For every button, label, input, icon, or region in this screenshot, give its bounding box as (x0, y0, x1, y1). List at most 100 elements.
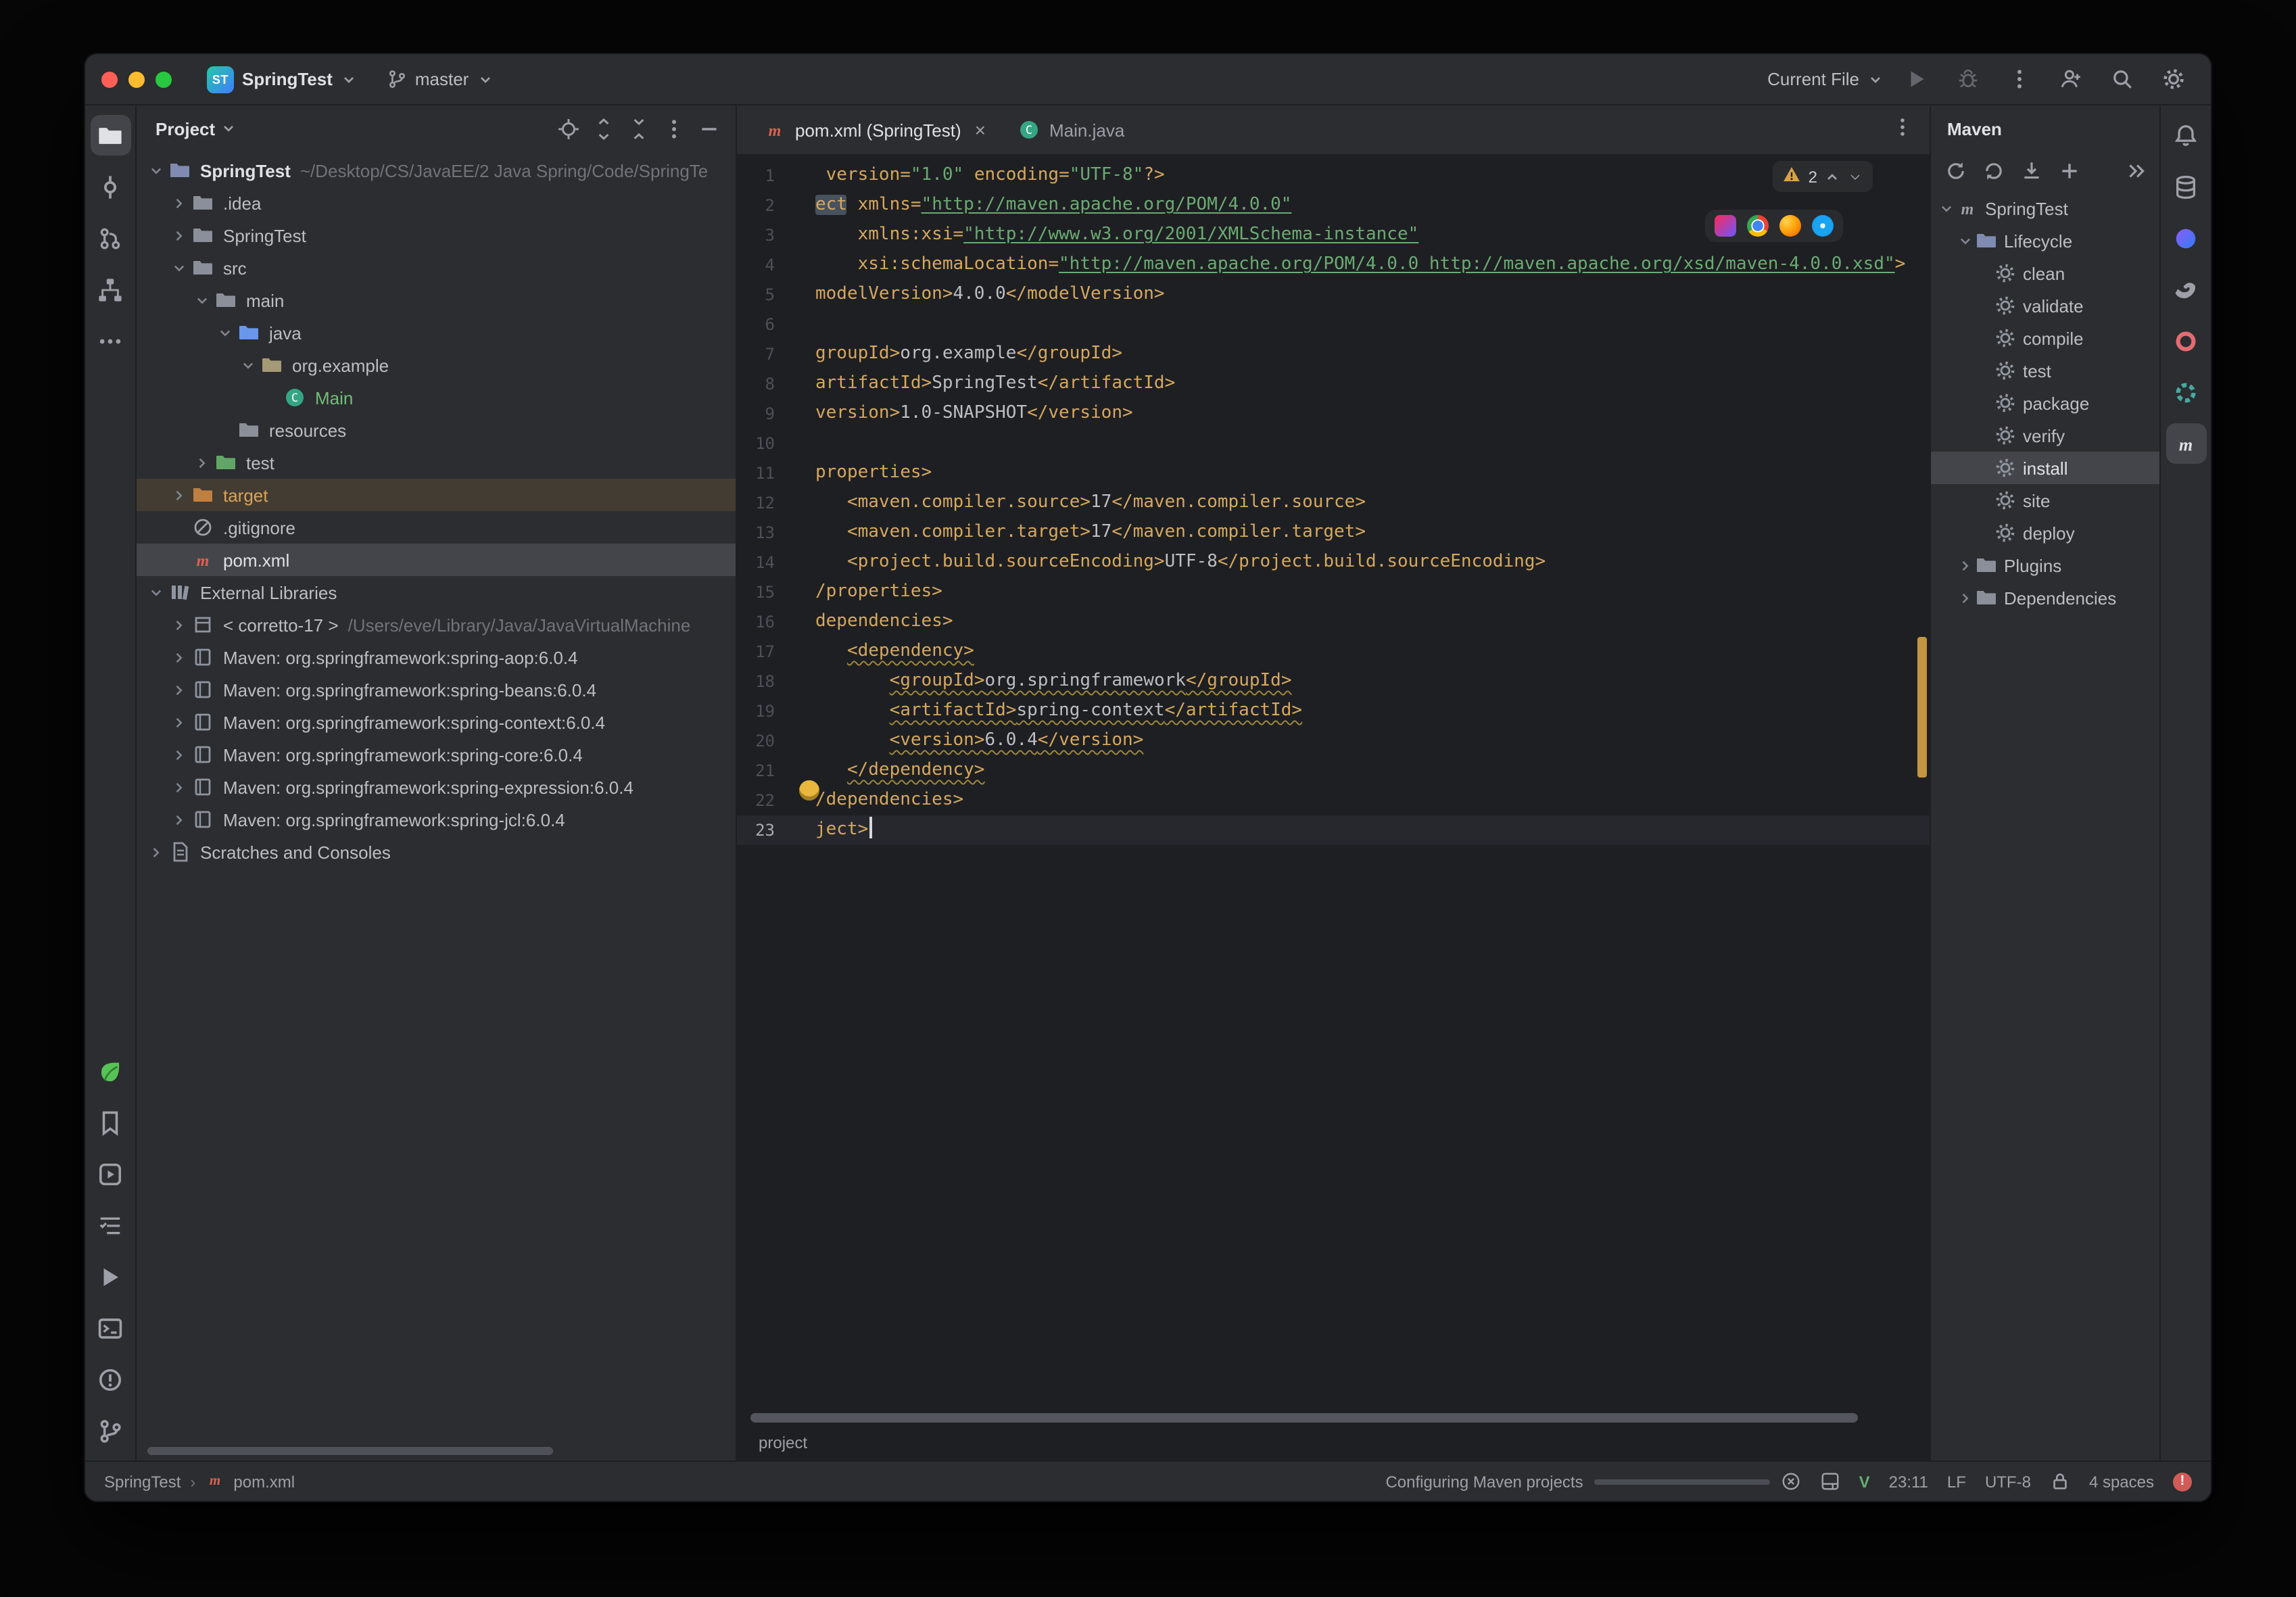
maven-tree-item-compile[interactable]: compile (1931, 322, 2159, 354)
pull-requests-tool-button[interactable] (90, 218, 130, 258)
editor-breadcrumbs[interactable]: project (737, 1425, 1930, 1460)
maven-tree-item-dependencies[interactable]: Dependencies (1931, 581, 2159, 614)
project-tree-item-maven-org-springframework-spring-aop-6-0-4[interactable]: Maven: org.springframework:spring-aop:6.… (137, 641, 736, 673)
code-line-5[interactable]: 5 modelVersion>4.0.0</modelVersion> (737, 280, 1930, 310)
inspection-widget[interactable]: 2 (1773, 161, 1873, 192)
maven-tree-item-test[interactable]: test (1931, 354, 2159, 387)
chevron-down-icon[interactable] (1955, 233, 1974, 248)
branch-widget[interactable]: master (379, 64, 501, 95)
chevron-down-icon[interactable] (214, 325, 237, 340)
chevron-right-icon[interactable] (168, 617, 191, 632)
breadcrumb-project[interactable]: SpringTest (104, 1472, 181, 1491)
maven-tree-item-validate[interactable]: validate (1931, 289, 2159, 322)
notifications-tool-button[interactable] (2166, 115, 2206, 156)
breadcrumb-item[interactable]: project (759, 1433, 807, 1452)
database-tool-button[interactable] (2166, 166, 2206, 207)
idea-browser-icon[interactable] (1715, 215, 1736, 237)
editor[interactable]: 1 version="1.0" encoding="UTF-8"?> 2 ect x… (737, 156, 1930, 1409)
project-panel-scrollbar[interactable] (147, 1447, 553, 1455)
project-tree-item-resources[interactable]: resources (137, 414, 736, 446)
search-everywhere-button[interactable] (2103, 60, 2140, 98)
chrome-browser-icon[interactable] (1747, 215, 1769, 237)
maven-tree-item-lifecycle[interactable]: Lifecycle (1931, 224, 2159, 257)
maven-tree-item-package[interactable]: package (1931, 387, 2159, 419)
maven-tree-item-clean[interactable]: clean (1931, 257, 2159, 289)
indent-widget[interactable]: 4 spaces (2089, 1472, 2154, 1491)
maven-tree-item-springtest[interactable]: m SpringTest (1931, 192, 2159, 224)
bookmarks-tool-button[interactable] (90, 1102, 130, 1143)
code-line-17[interactable]: 17 <dependency> (737, 637, 1930, 667)
terminal-tool-button[interactable] (90, 1308, 130, 1348)
chevron-right-icon[interactable] (168, 195, 191, 210)
maven-tree-item-site[interactable]: site (1931, 484, 2159, 517)
project-tree-item-src[interactable]: src (137, 252, 736, 284)
chevron-down-icon[interactable] (145, 585, 168, 600)
run-button[interactable] (1897, 60, 1935, 98)
expand-all-icon[interactable] (587, 112, 619, 145)
project-tree-item-external-libraries[interactable]: External Libraries (137, 576, 736, 609)
services-tool-button[interactable] (90, 1153, 130, 1194)
project-tree-item-gitignore[interactable]: .gitignore (137, 511, 736, 544)
project-tree-item-maven-org-springframework-spring-core-6-0-4[interactable]: Maven: org.springframework:spring-core:6… (137, 738, 736, 771)
reimport-icon[interactable] (1977, 154, 2009, 187)
code-line-6[interactable]: 6 (737, 310, 1930, 339)
run-config-selector[interactable]: Current File (1767, 69, 1884, 89)
previous-problem-icon[interactable] (1824, 168, 1840, 185)
zoom-window-button[interactable] (156, 71, 172, 87)
maven-tree-item-install[interactable]: install (1931, 452, 2159, 484)
chevron-right-icon[interactable] (145, 844, 168, 859)
project-tree-item-maven-org-springframework-spring-jcl-6-0-4[interactable]: Maven: org.springframework:spring-jcl:6.… (137, 803, 736, 836)
project-tree-item-idea[interactable]: .idea (137, 187, 736, 219)
project-tree-item-main[interactable]: main (137, 284, 736, 316)
add-icon[interactable] (2053, 154, 2085, 187)
line-separator-widget[interactable]: LF (1947, 1472, 1966, 1491)
chevron-right-icon[interactable] (168, 682, 191, 697)
scrollbar-warning-stripe[interactable] (1917, 637, 1927, 778)
code-line-10[interactable]: 10 (737, 429, 1930, 458)
code-line-15[interactable]: 15/properties> (737, 577, 1930, 607)
breadcrumb-file[interactable]: pom.xml (233, 1472, 295, 1491)
chevron-right-icon[interactable] (168, 747, 191, 762)
tab-options-kebab-icon[interactable] (1892, 116, 1913, 144)
maven-tree-item-verify[interactable]: verify (1931, 419, 2159, 452)
version-control-tool-button[interactable] (90, 1410, 130, 1451)
more-actions-kebab-icon[interactable] (2000, 60, 2038, 98)
settings-gear-icon[interactable] (2154, 60, 2192, 98)
editor-tab-main-java[interactable]: C Main.java (1002, 105, 1141, 154)
project-tree-item-scratches-and-consoles[interactable]: Scratches and Consoles (137, 836, 736, 868)
editor-horizontal-scrollbar[interactable] (737, 1409, 1930, 1425)
minimize-icon[interactable] (692, 112, 725, 145)
intention-bulb-icon[interactable] (799, 780, 819, 801)
code-line-7[interactable]: 7 groupId>org.example</groupId> (737, 339, 1930, 369)
chevron-right-icon[interactable] (168, 487, 191, 502)
scrollbar-thumb[interactable] (750, 1412, 1858, 1422)
debug-button[interactable] (1948, 60, 1986, 98)
project-tree-item-pom-xml[interactable]: m pom.xml (137, 544, 736, 576)
chevron-right-icon[interactable] (168, 780, 191, 794)
chevron-right-icon[interactable] (191, 455, 214, 470)
structure-tool-button[interactable] (90, 269, 130, 310)
chevron-down-icon[interactable] (168, 260, 191, 275)
chevron-down-icon[interactable] (145, 163, 168, 178)
code-line-14[interactable]: 14 <project.build.sourceEncoding>UTF-8</… (737, 548, 1930, 577)
run-tool-button[interactable] (90, 1256, 130, 1297)
project-tree-item-java[interactable]: java (137, 316, 736, 349)
profiler-tool-button[interactable] (2166, 320, 2206, 361)
close-tab-icon[interactable]: × (975, 120, 986, 139)
project-widget[interactable]: ST SpringTest (199, 60, 365, 98)
chevron-down-icon[interactable] (191, 293, 214, 308)
editor-tab-pom-xml-springtest[interactable]: m pom.xml (SpringTest) × (748, 105, 1002, 154)
firefox-browser-icon[interactable] (1779, 215, 1801, 237)
code-line-16[interactable]: 16 dependencies> (737, 607, 1930, 637)
chevron-double-icon[interactable] (2119, 154, 2151, 187)
chevron-right-icon[interactable] (168, 812, 191, 827)
chevron-right-icon[interactable] (1955, 558, 1974, 573)
code-line-12[interactable]: 12 <maven.compiler.source>17</maven.comp… (737, 488, 1930, 518)
plugin-tool-button[interactable] (90, 1051, 130, 1091)
commit-tool-button[interactable] (90, 166, 130, 207)
code-line-23[interactable]: 23 ject> (737, 815, 1930, 845)
code-line-20[interactable]: 20 <version>6.0.4</version> (737, 726, 1930, 756)
project-tree-item-maven-org-springframework-spring-context-6-0-4[interactable]: Maven: org.springframework:spring-contex… (137, 706, 736, 738)
refresh-icon[interactable] (1939, 154, 1971, 187)
code-line-13[interactable]: 13 <maven.compiler.target>17</maven.comp… (737, 518, 1930, 548)
